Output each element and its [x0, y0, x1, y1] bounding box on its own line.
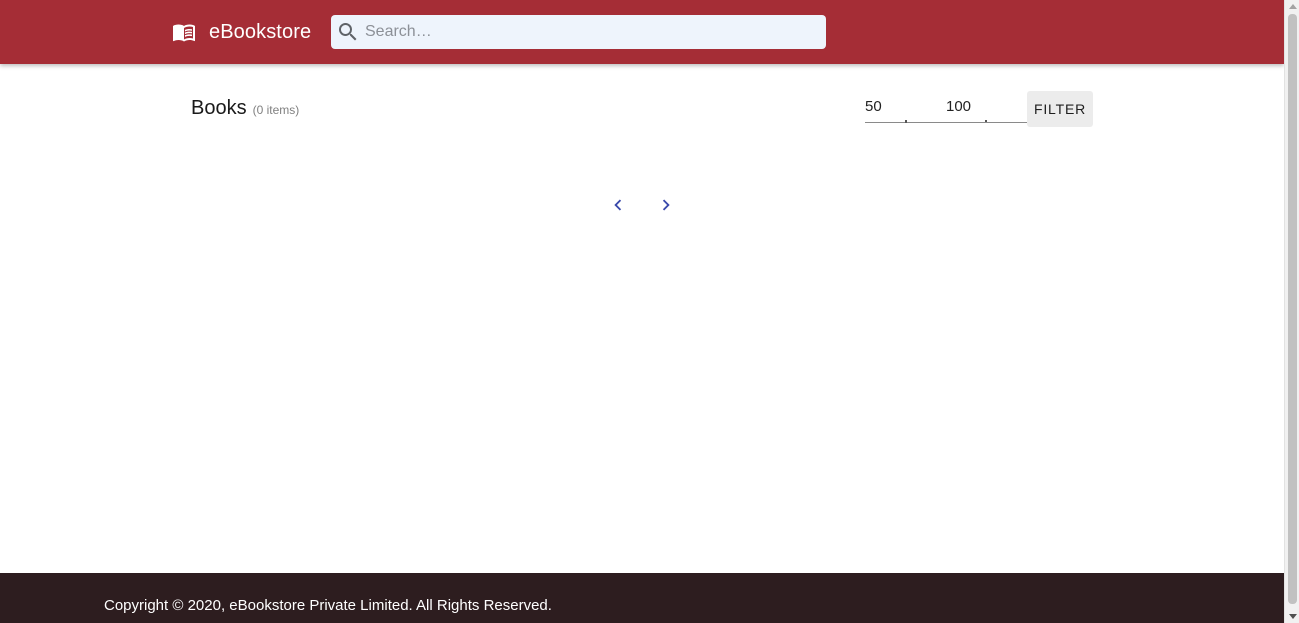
chevron-right-icon — [655, 194, 677, 221]
price-range-filter — [865, 92, 1027, 123]
scrollbar-thumb[interactable] — [1288, 14, 1297, 604]
footer: Copyright © 2020, eBookstore Private Lim… — [0, 573, 1284, 623]
copyright-text: Copyright © 2020, eBookstore Private Lim… — [104, 597, 552, 614]
price-max-input[interactable] — [946, 92, 1027, 115]
search-bar — [331, 15, 826, 49]
scroll-up-icon[interactable] — [1289, 4, 1297, 9]
page-title: Books — [191, 97, 247, 119]
chevron-left-icon — [607, 194, 629, 221]
brand[interactable]: eBookstore — [172, 20, 311, 44]
search-icon — [336, 20, 360, 44]
price-max-field — [946, 92, 1027, 123]
brand-title: eBookstore — [209, 20, 312, 43]
search-input[interactable] — [365, 23, 805, 41]
price-min-field — [865, 92, 906, 123]
top-app-bar: eBookstore — [0, 0, 1284, 64]
next-page-button[interactable] — [655, 196, 677, 218]
price-min-input[interactable] — [865, 92, 906, 115]
page-heading: Books (0 items) — [191, 97, 299, 120]
book-open-icon — [172, 20, 196, 44]
range-separator — [906, 121, 946, 123]
range-tick — [905, 120, 907, 123]
previous-page-button[interactable] — [607, 196, 629, 218]
scroll-down-icon[interactable] — [1289, 614, 1297, 619]
vertical-scrollbar[interactable] — [1284, 0, 1299, 623]
app-root: eBookstore Books (0 items) — [0, 0, 1284, 623]
filter-button[interactable]: FILTER — [1027, 91, 1093, 127]
item-count: (0 items) — [252, 103, 300, 117]
